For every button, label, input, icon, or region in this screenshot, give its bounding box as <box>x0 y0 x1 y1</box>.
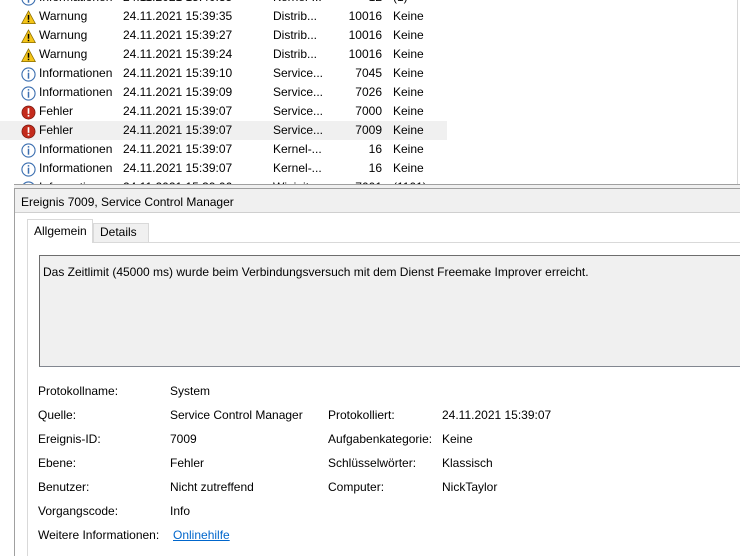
event-message: Das Zeitlimit (45000 ms) wurde beim Verb… <box>43 265 589 279</box>
aufgabenkategorie-value: Keine <box>442 432 473 446</box>
event-level: Informationen <box>39 142 113 156</box>
event-level: Informationen <box>39 0 112 4</box>
event-row[interactable]: Informationen 24.11.2021 15:39:09 Service.… <box>0 83 447 102</box>
event-date: 24.11.2021 15:40:35 <box>123 0 232 4</box>
event-date: 24.11.2021 15:39:35 <box>123 9 233 23</box>
event-date: 24.11.2021 15:39:07 <box>123 161 233 175</box>
event-level: Warnung <box>39 47 88 61</box>
event-row[interactable]: Informationen 24.11.2021 15:39:07 Kernel-.… <box>0 140 447 159</box>
tab-allgemein[interactable]: Allgemein <box>27 219 93 243</box>
details-title-bar: Ereignis 7009, Service Control Manager <box>15 189 740 213</box>
event-level: Informationen <box>39 161 113 175</box>
weitere-informationen-label: Weitere Informationen: <box>38 528 160 542</box>
event-task-category: Keine <box>393 47 424 61</box>
schluesselwoerter-label: Schlüsselwörter: <box>328 456 417 470</box>
event-id: 7045 <box>355 66 382 80</box>
event-list[interactable]: Informationen24.11.2021 15:40:35Kernel-.… <box>0 0 740 184</box>
protokollname-value: System <box>170 384 211 398</box>
event-date: 24.11.2021 15:39:10 <box>123 66 233 80</box>
warning-icon <box>21 10 36 25</box>
event-date: 24.11.2021 15:39:24 <box>123 47 233 61</box>
vorgangscode-label: Vorgangscode: <box>38 504 119 518</box>
event-date: 24.11.2021 15:39:09 <box>123 85 233 99</box>
event-id: 10016 <box>348 47 382 61</box>
computer-label: Computer: <box>328 480 385 494</box>
ereignis-id-value: 7009 <box>170 432 197 446</box>
event-level: Warnung <box>39 9 88 23</box>
computer-value: NickTaylor <box>442 480 498 494</box>
schluesselwoerter-value: Klassisch <box>442 456 493 470</box>
event-id: 16 <box>368 161 382 175</box>
event-message-box[interactable]: Das Zeitlimit (45000 ms) wurde beim Verb… <box>39 255 740 367</box>
event-task-category: Keine <box>393 9 424 23</box>
ebene-label: Ebene: <box>38 456 77 470</box>
aufgabenkategorie-label: Aufgabenkategorie: <box>328 432 433 446</box>
event-level: Informationen <box>39 85 113 99</box>
ereignis-id-label: Ereignis-ID: <box>38 432 101 446</box>
event-details-pane: Ereignis 7009, Service Control Manager A… <box>15 189 740 556</box>
ebene-value: Fehler <box>170 456 205 470</box>
event-task-category: Keine <box>393 123 424 137</box>
info-icon <box>21 162 36 177</box>
event-id: 7026 <box>355 85 382 99</box>
error-icon <box>21 124 36 139</box>
event-id: 12 <box>310 0 382 4</box>
event-id: 7000 <box>355 104 382 118</box>
quelle-value: Service Control Manager <box>170 408 303 422</box>
event-row[interactable]: Warnung 24.11.2021 15:39:24 Distrib... 1001… <box>0 45 447 64</box>
event-level: Informationen <box>39 66 113 80</box>
event-date: 24.11.2021 15:39:07 <box>123 104 233 118</box>
event-level: Fehler <box>39 123 74 137</box>
onlinehilfe-link[interactable]: Onlinehilfe <box>173 528 230 542</box>
protokolliert-label: Protokolliert: <box>328 408 395 422</box>
event-date: 24.11.2021 15:39:27 <box>123 28 233 42</box>
event-level: Fehler <box>39 104 74 118</box>
event-id: 7009 <box>355 123 382 137</box>
event-date: 24.11.2021 15:39:07 <box>123 142 233 156</box>
event-rows: Informationen24.11.2021 15:40:35Kernel-.… <box>0 0 740 184</box>
event-row[interactable]: Fehler 24.11.2021 15:39:07 Service... 7009 K… <box>0 121 447 140</box>
event-task-category: Keine <box>393 28 424 42</box>
info-icon <box>21 0 36 6</box>
event-task-category: Keine <box>393 161 424 175</box>
tab-details[interactable]: Details <box>93 223 149 242</box>
benutzer-value: Nicht zutreffend <box>170 480 254 494</box>
quelle-label: Quelle: <box>38 408 77 422</box>
event-task-category: (1) <box>393 0 408 4</box>
error-icon <box>21 105 36 120</box>
event-row[interactable]: Informationen 24.11.2021 15:39:10 Service.… <box>0 64 447 83</box>
event-row[interactable]: Warnung 24.11.2021 15:39:27 Distrib... 1001… <box>0 26 447 45</box>
event-id: 10016 <box>348 9 382 23</box>
vorgangscode-value: Info <box>170 504 191 518</box>
event-task-category: Keine <box>393 104 424 118</box>
event-id: 10016 <box>348 28 382 42</box>
warning-icon <box>21 48 36 63</box>
event-row[interactable]: Fehler 24.11.2021 15:39:07 Service... 7000 K… <box>0 102 447 121</box>
event-row[interactable]: Informationen24.11.2021 15:40:35Kernel-.… <box>0 0 447 7</box>
protokollname-label: Protokollname: <box>38 384 119 398</box>
event-id: 16 <box>368 142 382 156</box>
event-row[interactable]: Informationen 24.11.2021 15:39:07 Kernel-.… <box>0 159 447 178</box>
event-task-category: Keine <box>393 142 424 156</box>
event-level: Warnung <box>39 28 88 42</box>
info-icon <box>21 143 36 158</box>
info-icon <box>21 67 36 82</box>
benutzer-label: Benutzer: <box>38 480 90 494</box>
event-date: 24.11.2021 15:39:07 <box>123 123 233 137</box>
protokolliert-value: 24.11.2021 15:39:07 <box>442 408 552 422</box>
details-title: Ereignis 7009, Service Control Manager <box>21 195 234 209</box>
info-icon <box>21 86 36 101</box>
event-task-category: Keine <box>393 85 424 99</box>
warning-icon <box>21 29 36 44</box>
event-task-category: Keine <box>393 66 424 80</box>
event-row[interactable]: Warnung 24.11.2021 15:39:35 Distrib... 1001… <box>0 7 447 26</box>
tab-allgemein-content: Das Zeitlimit (45000 ms) wurde beim Verb… <box>27 242 740 556</box>
